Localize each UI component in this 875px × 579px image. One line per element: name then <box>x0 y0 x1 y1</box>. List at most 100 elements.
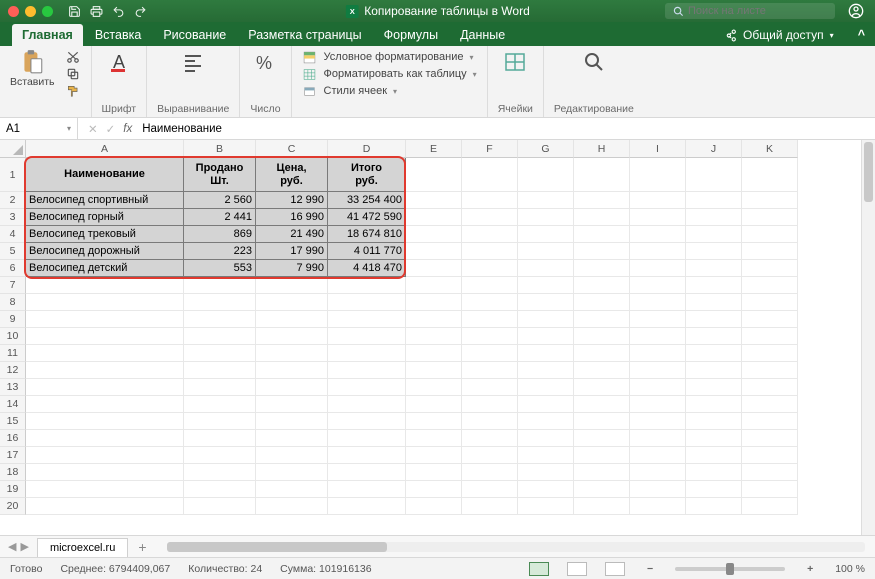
cell[interactable] <box>686 260 742 277</box>
cell[interactable] <box>406 209 462 226</box>
cell[interactable] <box>630 498 686 515</box>
cell[interactable]: 12 990 <box>256 192 328 209</box>
col-header[interactable]: D <box>328 140 406 158</box>
cancel-formula-icon[interactable]: ✕ <box>88 122 98 136</box>
cell[interactable] <box>256 464 328 481</box>
cell[interactable] <box>742 311 798 328</box>
cell[interactable] <box>26 311 184 328</box>
row-header[interactable]: 6 <box>0 260 26 277</box>
cell[interactable] <box>574 498 630 515</box>
cell[interactable] <box>406 226 462 243</box>
cell[interactable] <box>686 209 742 226</box>
col-header[interactable]: K <box>742 140 798 158</box>
cell[interactable] <box>742 192 798 209</box>
cell[interactable] <box>630 464 686 481</box>
cell[interactable] <box>630 158 686 192</box>
col-header[interactable]: J <box>686 140 742 158</box>
col-header[interactable]: I <box>630 140 686 158</box>
cell[interactable] <box>630 277 686 294</box>
cell[interactable] <box>686 311 742 328</box>
cell[interactable] <box>574 481 630 498</box>
row-header[interactable]: 4 <box>0 226 26 243</box>
cell[interactable] <box>184 396 256 413</box>
row-header[interactable]: 8 <box>0 294 26 311</box>
row-header[interactable]: 1 <box>0 158 26 192</box>
tab-draw[interactable]: Рисование <box>153 24 236 46</box>
cell[interactable] <box>518 311 574 328</box>
cell[interactable] <box>462 345 518 362</box>
cell[interactable] <box>518 226 574 243</box>
cell[interactable] <box>686 498 742 515</box>
print-icon[interactable] <box>89 4 103 18</box>
cell[interactable] <box>574 192 630 209</box>
cell[interactable] <box>184 413 256 430</box>
cell[interactable] <box>328 447 406 464</box>
cell[interactable] <box>742 260 798 277</box>
cell[interactable] <box>686 243 742 260</box>
cell[interactable] <box>574 243 630 260</box>
cell[interactable] <box>518 413 574 430</box>
cell[interactable] <box>328 362 406 379</box>
cell[interactable]: 553 <box>184 260 256 277</box>
cell[interactable] <box>630 260 686 277</box>
cell[interactable] <box>630 362 686 379</box>
row-header[interactable]: 3 <box>0 209 26 226</box>
cell[interactable] <box>518 294 574 311</box>
cell[interactable] <box>742 464 798 481</box>
cell[interactable] <box>462 311 518 328</box>
cell[interactable] <box>742 498 798 515</box>
sheet-tab[interactable]: microexcel.ru <box>37 538 128 557</box>
cell[interactable] <box>26 328 184 345</box>
cell[interactable] <box>462 328 518 345</box>
cell[interactable] <box>742 447 798 464</box>
cell[interactable]: 223 <box>184 243 256 260</box>
cell[interactable] <box>406 498 462 515</box>
cell[interactable] <box>630 447 686 464</box>
cell[interactable] <box>630 481 686 498</box>
cell[interactable] <box>630 209 686 226</box>
cell[interactable] <box>256 413 328 430</box>
cell[interactable] <box>574 328 630 345</box>
sheet-prev-icon[interactable]: ◀ <box>8 540 16 553</box>
cell[interactable] <box>686 430 742 447</box>
tab-formulas[interactable]: Формулы <box>374 24 448 46</box>
zoom-knob[interactable] <box>726 563 734 575</box>
cell[interactable] <box>462 413 518 430</box>
cell[interactable]: 16 990 <box>256 209 328 226</box>
cell[interactable] <box>406 362 462 379</box>
cell[interactable] <box>406 243 462 260</box>
cell[interactable] <box>462 158 518 192</box>
cell[interactable] <box>26 396 184 413</box>
copy-icon[interactable] <box>65 67 81 81</box>
row-header[interactable]: 19 <box>0 481 26 498</box>
cell[interactable] <box>328 328 406 345</box>
add-sheet-button[interactable]: + <box>128 539 156 555</box>
cell[interactable] <box>686 328 742 345</box>
cell[interactable] <box>518 158 574 192</box>
scroll-thumb[interactable] <box>864 142 873 202</box>
row-header[interactable]: 11 <box>0 345 26 362</box>
cell[interactable] <box>26 464 184 481</box>
cell[interactable] <box>574 226 630 243</box>
cell[interactable] <box>686 413 742 430</box>
cells-area[interactable]: НаименованиеПродано Шт.Цена, руб.Итого р… <box>26 158 798 515</box>
cell[interactable] <box>574 158 630 192</box>
cell[interactable] <box>686 362 742 379</box>
row-header[interactable]: 2 <box>0 192 26 209</box>
cell[interactable] <box>630 345 686 362</box>
accept-formula-icon[interactable]: ✓ <box>106 122 116 136</box>
cell[interactable] <box>742 294 798 311</box>
cell[interactable] <box>462 243 518 260</box>
cell[interactable] <box>630 243 686 260</box>
search-input[interactable] <box>688 5 827 17</box>
cell[interactable] <box>742 243 798 260</box>
cell[interactable] <box>256 430 328 447</box>
fullscreen-window-button[interactable] <box>42 6 53 17</box>
cell[interactable]: Велосипед дорожный <box>26 243 184 260</box>
cell[interactable] <box>328 379 406 396</box>
cell[interactable] <box>518 396 574 413</box>
scroll-thumb[interactable] <box>167 542 387 552</box>
cell[interactable] <box>256 498 328 515</box>
cell[interactable] <box>256 447 328 464</box>
cell[interactable] <box>518 498 574 515</box>
